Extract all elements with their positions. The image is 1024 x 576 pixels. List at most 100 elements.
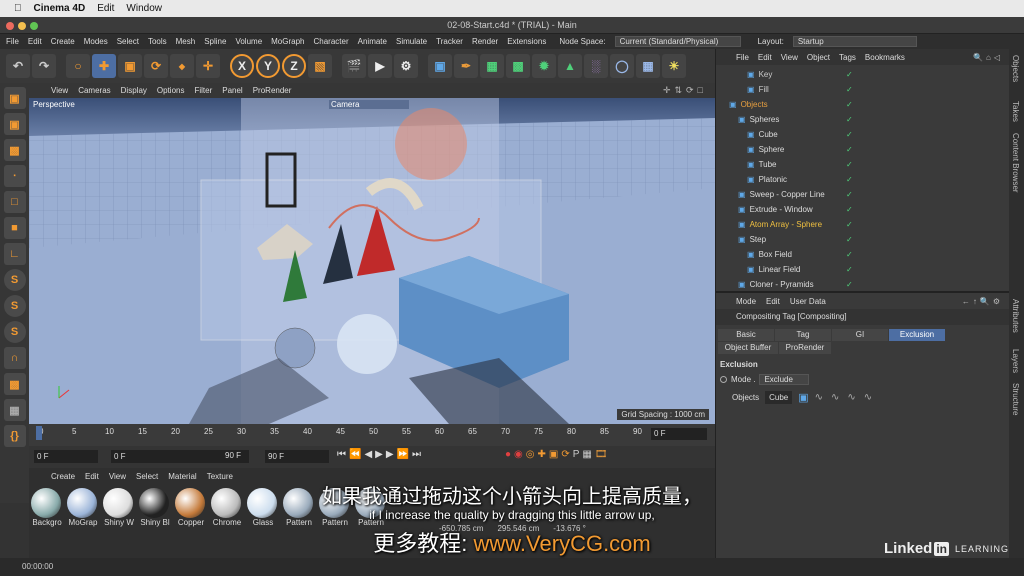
key-scale-icon[interactable]: ▣ bbox=[549, 449, 558, 460]
tab-object-buffer[interactable]: Object Buffer bbox=[718, 342, 778, 354]
side-tab-objects[interactable]: Objects bbox=[1011, 55, 1020, 82]
autokey-icon[interactable]: ◉ bbox=[514, 449, 523, 460]
python-icon[interactable]: {} bbox=[3, 425, 26, 447]
key-parameter-icon[interactable]: P bbox=[573, 449, 580, 460]
menu-file[interactable]: File bbox=[6, 37, 19, 46]
visibility-check-icon[interactable]: ✓ bbox=[846, 100, 853, 109]
mograph-icon[interactable]: ▲ bbox=[558, 54, 582, 78]
visibility-check-icon[interactable]: ✓ bbox=[846, 85, 853, 94]
key-position-icon[interactable]: ✚ bbox=[538, 449, 546, 460]
deformer-icon[interactable]: ✹ bbox=[532, 54, 556, 78]
object-row[interactable]: ▣ Fill ✓ bbox=[716, 82, 1009, 97]
object-row[interactable]: ▣ Sweep - Copper Line ✓ bbox=[716, 187, 1009, 202]
node-space-select[interactable]: Current (Standard/Physical) bbox=[614, 36, 741, 47]
visibility-check-icon[interactable]: ✓ bbox=[846, 250, 853, 259]
side-tab-structure[interactable]: Structure bbox=[1011, 383, 1020, 415]
visibility-check-icon[interactable]: ✓ bbox=[846, 220, 853, 229]
menu-mesh[interactable]: Mesh bbox=[176, 37, 196, 46]
exclusion-flag-icons[interactable]: ∿∿∿∿ bbox=[815, 392, 881, 403]
attr-menu-mode[interactable]: Mode bbox=[736, 297, 756, 306]
obj-search-icon[interactable]: 🔍⌂◁ bbox=[973, 53, 1003, 62]
quantize-icon[interactable]: S bbox=[3, 321, 26, 343]
visibility-check-icon[interactable]: ✓ bbox=[846, 265, 853, 274]
zoom-window-button[interactable] bbox=[30, 22, 38, 30]
mode-select[interactable]: Exclude bbox=[759, 374, 810, 385]
object-row[interactable]: ▣ Extrude - Window ✓ bbox=[716, 202, 1009, 217]
menu-tools[interactable]: Tools bbox=[148, 37, 167, 46]
visibility-check-icon[interactable]: ✓ bbox=[846, 115, 853, 124]
obj-menu-object[interactable]: Object bbox=[807, 53, 830, 62]
obj-menu-view[interactable]: View bbox=[781, 53, 798, 62]
live-selection-icon[interactable]: ○ bbox=[66, 54, 90, 78]
obj-menu-bookmarks[interactable]: Bookmarks bbox=[865, 53, 905, 62]
close-window-button[interactable] bbox=[6, 22, 14, 30]
field-icon[interactable]: ░ bbox=[584, 54, 608, 78]
start-frame-field[interactable]: 0 F bbox=[34, 450, 98, 463]
environment-icon[interactable]: ◯ bbox=[610, 54, 634, 78]
snap-icon[interactable]: S bbox=[3, 269, 26, 291]
visibility-check-icon[interactable]: ✓ bbox=[846, 70, 853, 79]
object-row[interactable]: ▣ Box Field ✓ bbox=[716, 247, 1009, 262]
next-key-icon[interactable]: ⏩ bbox=[397, 449, 409, 460]
obj-menu-file[interactable]: File bbox=[736, 53, 749, 62]
magnet-icon[interactable]: ∩ bbox=[3, 347, 26, 369]
polygons-mode-icon[interactable]: ■ bbox=[3, 217, 26, 239]
menu-spline[interactable]: Spline bbox=[204, 37, 226, 46]
menu-modes[interactable]: Modes bbox=[84, 37, 108, 46]
menu-volume[interactable]: Volume bbox=[235, 37, 262, 46]
object-row[interactable]: ▣ Objects ✓ bbox=[716, 97, 1009, 112]
next-frame-icon[interactable]: ▶ bbox=[386, 449, 394, 460]
menu-edit[interactable]: Edit bbox=[28, 37, 42, 46]
side-tab-attributes[interactable]: Attributes bbox=[1011, 299, 1020, 333]
camera-tag[interactable]: Camera bbox=[329, 100, 409, 109]
axis-mode-icon[interactable]: ∟ bbox=[3, 243, 26, 265]
timeline-ruler[interactable]: 051015202530354045505560657075808590 0 F bbox=[29, 424, 715, 446]
object-row[interactable]: ▣ Platonic ✓ bbox=[716, 172, 1009, 187]
viewport-menu-view[interactable]: View bbox=[51, 86, 68, 95]
menu-animate[interactable]: Animate bbox=[358, 37, 387, 46]
playhead[interactable] bbox=[36, 426, 42, 440]
menu-select[interactable]: Select bbox=[117, 37, 139, 46]
obj-menu-tags[interactable]: Tags bbox=[839, 53, 856, 62]
key-pla-icon[interactable]: ▦ bbox=[582, 449, 591, 460]
model-mode-icon[interactable]: ▣ bbox=[3, 113, 26, 135]
snap-settings-icon[interactable]: S bbox=[3, 295, 26, 317]
y-axis-lock-button[interactable]: Y bbox=[256, 54, 280, 78]
x-axis-lock-button[interactable]: X bbox=[230, 54, 254, 78]
side-tab-content-browser[interactable]: Content Browser bbox=[1011, 133, 1020, 193]
recent-tool-icon[interactable]: ◆ bbox=[170, 54, 194, 78]
tab-gi[interactable]: GI bbox=[832, 329, 888, 341]
render-view-icon[interactable]: 🎬 bbox=[342, 54, 366, 78]
play-icon[interactable]: ▶ bbox=[375, 449, 383, 460]
key-rotation-icon[interactable]: ⟳ bbox=[561, 449, 569, 460]
object-row[interactable]: ▣ Key ✓ bbox=[716, 67, 1009, 82]
visibility-check-icon[interactable]: ✓ bbox=[846, 175, 853, 184]
object-row[interactable]: ▣ Atom Array - Sphere ✓ bbox=[716, 217, 1009, 232]
rotate-icon[interactable]: ⟳ bbox=[144, 54, 168, 78]
texture-mode-icon[interactable]: ▩ bbox=[3, 139, 26, 161]
go-to-start-icon[interactable]: ⏮ bbox=[337, 449, 346, 460]
mode-animate-dot[interactable] bbox=[720, 376, 727, 383]
viewport-menu-panel[interactable]: Panel bbox=[222, 86, 242, 95]
z-axis-lock-button[interactable]: Z bbox=[282, 54, 306, 78]
visibility-check-icon[interactable]: ✓ bbox=[846, 235, 853, 244]
points-mode-icon[interactable]: ∙ bbox=[3, 165, 26, 187]
apple-icon[interactable]:  bbox=[14, 3, 22, 14]
redo-icon[interactable]: ↷ bbox=[32, 54, 56, 78]
menu-mograph[interactable]: MoGraph bbox=[271, 37, 304, 46]
make-editable-icon[interactable]: ▣ bbox=[3, 87, 26, 109]
visibility-check-icon[interactable]: ✓ bbox=[846, 160, 853, 169]
object-row[interactable]: ▣ Tube ✓ bbox=[716, 157, 1009, 172]
previous-key-icon[interactable]: ⏪ bbox=[349, 449, 361, 460]
menu-render[interactable]: Render bbox=[472, 37, 498, 46]
current-frame-field[interactable]: 0 F bbox=[651, 428, 707, 440]
tab-tag[interactable]: Tag bbox=[775, 329, 831, 341]
menu-extensions[interactable]: Extensions bbox=[507, 37, 546, 46]
go-to-end-icon[interactable]: ⏭ bbox=[412, 449, 421, 460]
keyframe-selection-icon[interactable]: ◎ bbox=[526, 449, 535, 460]
viewport-menu-display[interactable]: Display bbox=[121, 86, 147, 95]
undo-icon[interactable]: ↶ bbox=[6, 54, 30, 78]
object-row[interactable]: ▣ Spheres ✓ bbox=[716, 112, 1009, 127]
object-row[interactable]: ▣ Step ✓ bbox=[716, 232, 1009, 247]
move-icon[interactable]: ✚ bbox=[92, 54, 116, 78]
